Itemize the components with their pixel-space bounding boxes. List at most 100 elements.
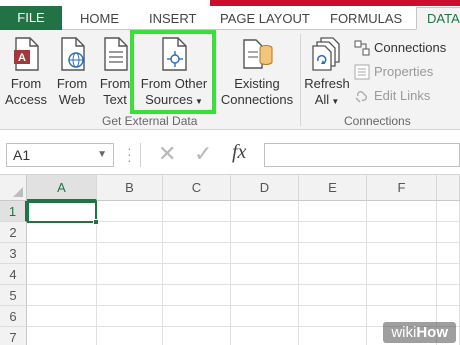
name-box[interactable]: A1 ▼	[6, 143, 114, 167]
ribbon-tab-bar: FILE HOME INSERT PAGE LAYOUT FORMULAS DA…	[0, 0, 460, 30]
grid-cell[interactable]	[27, 264, 97, 285]
grid-cell[interactable]	[299, 243, 367, 264]
row-header-3[interactable]: 3	[0, 243, 27, 264]
ribbon-separator	[300, 34, 301, 126]
edit-links-button[interactable]: Edit Links	[354, 88, 430, 104]
column-header-c[interactable]: C	[163, 175, 231, 201]
grid-cell[interactable]	[231, 285, 299, 306]
row-header-4[interactable]: 4	[0, 264, 27, 285]
refresh-icon	[312, 37, 340, 71]
grid-cell[interactable]	[97, 201, 163, 222]
grid-cell[interactable]	[299, 327, 367, 345]
access-file-icon: A	[14, 37, 39, 71]
grid-cell[interactable]	[27, 285, 97, 306]
grid-cell[interactable]	[231, 201, 299, 222]
grid-cell[interactable]	[97, 285, 163, 306]
connections-button[interactable]: Connections	[354, 40, 446, 56]
grid-cell[interactable]	[27, 327, 97, 345]
column-header-d[interactable]: D	[231, 175, 299, 201]
select-all-corner[interactable]	[0, 175, 27, 201]
column-header-f[interactable]: F	[367, 175, 437, 201]
cancel-icon[interactable]: ✕	[158, 141, 176, 167]
grid-cell[interactable]	[437, 264, 460, 285]
formula-input[interactable]	[264, 143, 460, 167]
grid-cell[interactable]	[437, 222, 460, 243]
grid-cell[interactable]	[299, 285, 367, 306]
grid-cell[interactable]	[299, 222, 367, 243]
tab-formulas[interactable]: FORMULAS	[330, 8, 402, 30]
grid-cell[interactable]	[163, 201, 231, 222]
tab-home[interactable]: HOME	[80, 8, 119, 30]
insert-function-icon[interactable]: fx	[232, 141, 246, 164]
group-label-connections: Connections	[344, 114, 411, 128]
drag-handle-icon[interactable]: · · ·	[127, 141, 132, 167]
edit-links-icon	[355, 91, 367, 103]
grid-cell[interactable]	[163, 222, 231, 243]
dropdown-arrow-icon: ▼	[329, 97, 340, 106]
grid-cell[interactable]	[231, 327, 299, 345]
tab-page-layout[interactable]: PAGE LAYOUT	[220, 8, 310, 30]
watermark: wikiHow	[383, 322, 456, 343]
row-header-1[interactable]: 1	[0, 201, 27, 222]
tab-data[interactable]: DATA	[416, 7, 460, 30]
from-text-button[interactable]: From Text	[98, 36, 132, 108]
enter-check-icon[interactable]: ✓	[194, 141, 212, 167]
grid-cell[interactable]	[97, 264, 163, 285]
grid-cell[interactable]	[97, 243, 163, 264]
grid-cell[interactable]	[163, 306, 231, 327]
highlight-box	[130, 30, 216, 114]
grid-cell[interactable]	[97, 306, 163, 327]
row-header-5[interactable]: 5	[0, 285, 27, 306]
grid-cell[interactable]	[367, 243, 437, 264]
group-label-get-external-data: Get External Data	[102, 114, 198, 128]
existing-connections-icon	[243, 39, 273, 69]
svg-text:A: A	[18, 52, 26, 64]
row-header-2[interactable]: 2	[0, 222, 27, 243]
text-file-icon	[104, 37, 128, 71]
grid-cell[interactable]	[367, 201, 437, 222]
row-header-7[interactable]: 7	[0, 327, 27, 345]
grid-cell[interactable]	[27, 243, 97, 264]
grid-cell[interactable]	[437, 243, 460, 264]
column-header-e[interactable]: E	[299, 175, 367, 201]
chevron-down-icon[interactable]: ▼	[97, 144, 107, 166]
grid-cell[interactable]	[231, 264, 299, 285]
column-header-a[interactable]: A	[27, 175, 97, 201]
active-cell-a1[interactable]	[27, 201, 99, 225]
properties-button[interactable]: Properties	[354, 64, 433, 80]
grid-cell[interactable]	[27, 306, 97, 327]
grid-cell[interactable]	[367, 264, 437, 285]
properties-icon	[354, 64, 370, 80]
column-header-b[interactable]: B	[97, 175, 163, 201]
row-header-6[interactable]: 6	[0, 306, 27, 327]
grid-cell[interactable]	[231, 243, 299, 264]
from-web-button[interactable]: From Web	[52, 36, 92, 108]
spreadsheet-grid[interactable]: A B C D E F 1 2 3 4 5 6 7	[0, 175, 460, 345]
refresh-all-button[interactable]: Refresh All ▼	[304, 36, 350, 110]
grid-cell[interactable]	[163, 285, 231, 306]
tab-file[interactable]: FILE	[0, 6, 62, 30]
grid-cell[interactable]	[299, 201, 367, 222]
formula-separator	[140, 143, 141, 167]
title-bar-strip	[210, 0, 460, 6]
grid-cell[interactable]	[299, 306, 367, 327]
from-access-button[interactable]: A From Access	[4, 36, 48, 108]
web-file-icon	[61, 37, 85, 71]
tab-insert[interactable]: INSERT	[149, 8, 196, 30]
grid-cell[interactable]	[437, 201, 460, 222]
grid-cell[interactable]	[367, 222, 437, 243]
grid-cell[interactable]	[367, 285, 437, 306]
grid-cell[interactable]	[231, 222, 299, 243]
grid-cell[interactable]	[163, 327, 231, 345]
column-header-g[interactable]	[437, 175, 460, 201]
grid-cell[interactable]	[97, 327, 163, 345]
grid-cell[interactable]	[299, 264, 367, 285]
grid-cell[interactable]	[163, 243, 231, 264]
grid-cell[interactable]	[97, 222, 163, 243]
grid-cell[interactable]	[437, 285, 460, 306]
fill-handle[interactable]	[93, 219, 99, 225]
grid-cell[interactable]	[231, 306, 299, 327]
existing-connections-button[interactable]: Existing Connections	[218, 36, 296, 108]
grid-cell[interactable]	[163, 264, 231, 285]
grid-cell[interactable]	[27, 222, 97, 243]
